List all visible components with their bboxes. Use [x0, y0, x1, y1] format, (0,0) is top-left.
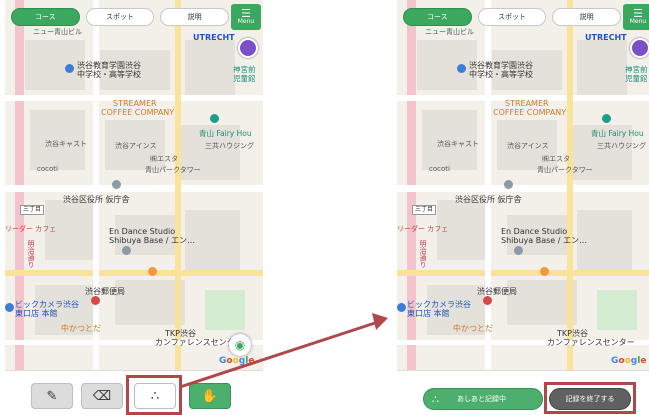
transition-arrow [179, 313, 388, 389]
